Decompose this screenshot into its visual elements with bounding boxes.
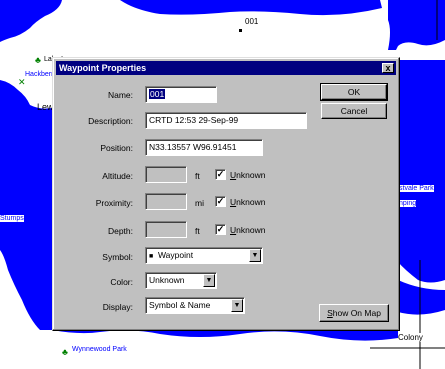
chevron-down-icon[interactable]: ▼ [231, 299, 243, 312]
proximity-label: Proximity: [95, 198, 133, 208]
chevron-down-icon[interactable]: ▼ [249, 249, 261, 262]
symbol-label: Symbol: [102, 252, 133, 262]
park-tree-icon: ♣ [35, 55, 41, 65]
altitude-unit: ft [195, 171, 200, 181]
display-select[interactable]: Symbol & Name ▼ [145, 297, 245, 314]
position-label: Position: [100, 143, 133, 153]
park-tree-icon: ♣ [62, 347, 68, 357]
map-label-waypoint-001[interactable]: 001 [245, 17, 258, 26]
chevron-down-icon[interactable]: ▼ [203, 274, 215, 287]
water-region-northeast [388, 0, 445, 50]
position-field[interactable]: N33.13557 W96.91451 [145, 139, 263, 156]
symbol-select[interactable]: ■ Waypoint ▼ [145, 247, 263, 264]
map-label-stumps[interactable]: Stumps [0, 215, 24, 222]
map-label-camping[interactable]: nping [399, 200, 417, 207]
description-label: Description: [88, 116, 133, 126]
cancel-button[interactable]: Cancel [321, 103, 387, 119]
depth-unknown-label[interactable]: Unknown [230, 225, 265, 235]
proximity-field[interactable] [145, 193, 187, 210]
proximity-unit: mi [195, 198, 204, 208]
dialog-title-bar[interactable]: Waypoint Properties x [56, 61, 396, 75]
symbol-value: Waypoint [157, 250, 194, 260]
display-value: Symbol & Name [149, 300, 211, 310]
color-select[interactable]: Unknown ▼ [145, 272, 217, 289]
waypoint-marker [239, 29, 242, 32]
position-value: N33.13557 W96.91451 [149, 142, 237, 152]
description-field[interactable]: CRTD 12:53 29-Sep-99 [145, 112, 307, 129]
name-label: Name: [107, 90, 133, 100]
map-label-wynnewood-park[interactable]: Wynnewood Park [72, 346, 127, 353]
color-value: Unknown [149, 275, 185, 285]
altitude-label: Altitude: [102, 171, 133, 181]
depth-unknown-checkbox[interactable]: ✓ [215, 224, 226, 235]
altitude-field[interactable] [145, 166, 187, 183]
close-icon: x [385, 63, 391, 73]
ok-button[interactable]: OK [320, 83, 388, 101]
depth-unit: ft [195, 226, 200, 236]
waypoint-symbol-icon: ■ [149, 253, 154, 260]
waypoint-properties-dialog: Waypoint Properties x Name: 001 Descript… [52, 57, 400, 331]
map-label-colony[interactable]: Colony [398, 333, 423, 342]
altitude-unknown-checkbox[interactable]: ✓ [215, 169, 226, 180]
color-label: Color: [110, 277, 133, 287]
proximity-unknown-checkbox[interactable]: ✓ [215, 196, 226, 207]
close-button[interactable]: x [382, 63, 394, 73]
show-on-map-label: Show On Map [327, 308, 381, 318]
map-label-eastvale-park[interactable]: stvale Park [399, 185, 434, 192]
description-value: CRTD 12:53 29-Sep-99 [149, 115, 239, 125]
depth-label: Depth: [107, 226, 133, 236]
dialog-title: Waypoint Properties [59, 63, 147, 73]
park-tree-icon: ✕ [18, 77, 26, 87]
ok-button-label: OK [347, 87, 361, 97]
water-region-east [398, 60, 445, 283]
show-on-map-button[interactable]: Show On Map [319, 304, 389, 322]
name-value: 001 [149, 89, 166, 99]
proximity-unknown-label[interactable]: Unknown [230, 197, 265, 207]
display-label: Display: [102, 302, 133, 312]
depth-field[interactable] [145, 221, 187, 238]
cancel-button-label: Cancel [340, 106, 368, 116]
name-field[interactable]: 001 [145, 86, 217, 103]
altitude-unknown-label[interactable]: Unknown [230, 170, 265, 180]
